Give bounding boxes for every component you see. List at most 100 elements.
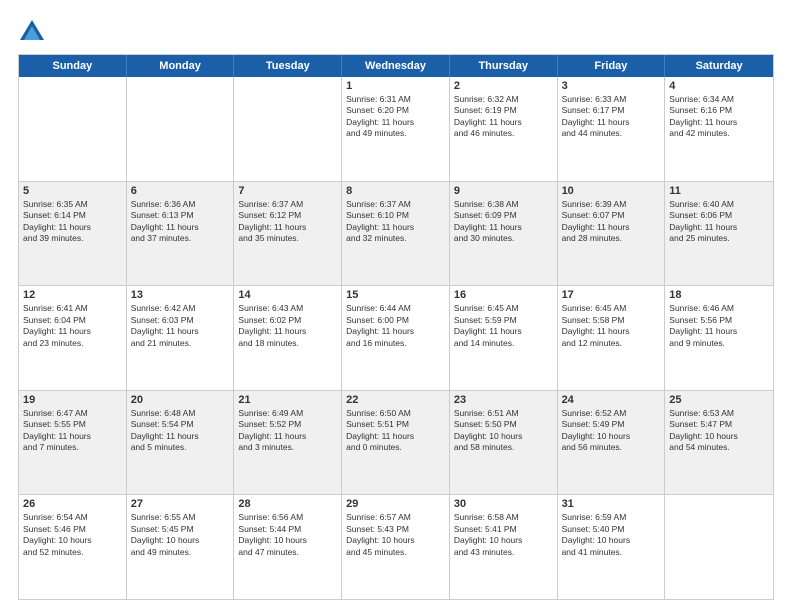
cell-line: Sunset: 5:45 PM xyxy=(131,524,230,535)
cell-line: Daylight: 11 hours xyxy=(669,326,769,337)
cell-line: Sunset: 5:59 PM xyxy=(454,315,553,326)
day-number: 21 xyxy=(238,394,337,406)
calendar-cell-11: 11Sunrise: 6:40 AMSunset: 6:06 PMDayligh… xyxy=(665,182,773,286)
cell-line: Daylight: 11 hours xyxy=(669,222,769,233)
cell-line: Daylight: 11 hours xyxy=(131,431,230,442)
cell-line: and 12 minutes. xyxy=(562,338,661,349)
cell-line: and 49 minutes. xyxy=(131,547,230,558)
cell-line: Sunrise: 6:44 AM xyxy=(346,303,445,314)
cell-line: and 3 minutes. xyxy=(238,442,337,453)
cell-line: Sunset: 5:47 PM xyxy=(669,419,769,430)
day-number: 19 xyxy=(23,394,122,406)
calendar-cell-23: 23Sunrise: 6:51 AMSunset: 5:50 PMDayligh… xyxy=(450,391,558,495)
cell-line: Daylight: 11 hours xyxy=(562,326,661,337)
cell-line: Sunset: 6:10 PM xyxy=(346,210,445,221)
header-day-tuesday: Tuesday xyxy=(234,55,342,77)
header-day-saturday: Saturday xyxy=(665,55,773,77)
cell-line: Sunset: 5:44 PM xyxy=(238,524,337,535)
cell-line: and 0 minutes. xyxy=(346,442,445,453)
day-number: 25 xyxy=(669,394,769,406)
calendar-cell-30: 30Sunrise: 6:58 AMSunset: 5:41 PMDayligh… xyxy=(450,495,558,599)
calendar-cell-22: 22Sunrise: 6:50 AMSunset: 5:51 PMDayligh… xyxy=(342,391,450,495)
day-number: 15 xyxy=(346,289,445,301)
calendar-cell-14: 14Sunrise: 6:43 AMSunset: 6:02 PMDayligh… xyxy=(234,286,342,390)
cell-line: Daylight: 11 hours xyxy=(346,117,445,128)
calendar-cell-13: 13Sunrise: 6:42 AMSunset: 6:03 PMDayligh… xyxy=(127,286,235,390)
day-number: 6 xyxy=(131,185,230,197)
cell-line: Sunset: 6:17 PM xyxy=(562,105,661,116)
calendar-cell-empty-0-0 xyxy=(19,77,127,181)
cell-line: Sunset: 6:13 PM xyxy=(131,210,230,221)
cell-line: and 49 minutes. xyxy=(346,128,445,139)
calendar-cell-4: 4Sunrise: 6:34 AMSunset: 6:16 PMDaylight… xyxy=(665,77,773,181)
cell-line: Sunset: 6:00 PM xyxy=(346,315,445,326)
day-number: 17 xyxy=(562,289,661,301)
day-number: 10 xyxy=(562,185,661,197)
day-number: 1 xyxy=(346,80,445,92)
cell-line: Daylight: 11 hours xyxy=(346,222,445,233)
cell-line: Daylight: 10 hours xyxy=(454,431,553,442)
day-number: 9 xyxy=(454,185,553,197)
cell-line: and 25 minutes. xyxy=(669,233,769,244)
cell-line: Sunrise: 6:35 AM xyxy=(23,199,122,210)
cell-line: Daylight: 11 hours xyxy=(131,222,230,233)
day-number: 11 xyxy=(669,185,769,197)
cell-line: Sunrise: 6:33 AM xyxy=(562,94,661,105)
cell-line: Daylight: 11 hours xyxy=(238,222,337,233)
cell-line: Daylight: 11 hours xyxy=(346,431,445,442)
cell-line: Sunset: 5:41 PM xyxy=(454,524,553,535)
cell-line: Sunrise: 6:58 AM xyxy=(454,512,553,523)
cell-line: Sunset: 6:12 PM xyxy=(238,210,337,221)
calendar-row-1: 1Sunrise: 6:31 AMSunset: 6:20 PMDaylight… xyxy=(19,77,773,182)
calendar-cell-7: 7Sunrise: 6:37 AMSunset: 6:12 PMDaylight… xyxy=(234,182,342,286)
calendar-cell-empty-0-2 xyxy=(234,77,342,181)
logo xyxy=(18,18,50,46)
cell-line: Sunset: 5:58 PM xyxy=(562,315,661,326)
cell-line: Sunrise: 6:52 AM xyxy=(562,408,661,419)
cell-line: Sunrise: 6:34 AM xyxy=(669,94,769,105)
day-number: 5 xyxy=(23,185,122,197)
calendar-cell-1: 1Sunrise: 6:31 AMSunset: 6:20 PMDaylight… xyxy=(342,77,450,181)
cell-line: Sunset: 6:03 PM xyxy=(131,315,230,326)
day-number: 22 xyxy=(346,394,445,406)
header-day-friday: Friday xyxy=(558,55,666,77)
cell-line: and 41 minutes. xyxy=(562,547,661,558)
cell-line: Sunset: 6:20 PM xyxy=(346,105,445,116)
cell-line: and 42 minutes. xyxy=(669,128,769,139)
cell-line: Sunrise: 6:54 AM xyxy=(23,512,122,523)
calendar-cell-19: 19Sunrise: 6:47 AMSunset: 5:55 PMDayligh… xyxy=(19,391,127,495)
cell-line: Sunrise: 6:46 AM xyxy=(669,303,769,314)
day-number: 2 xyxy=(454,80,553,92)
cell-line: Sunset: 5:50 PM xyxy=(454,419,553,430)
calendar-cell-15: 15 Sunrise: 6:44 AMSunset: 6:00 PMDayligh… xyxy=(342,286,450,390)
calendar-cell-31: 31Sunrise: 6:59 AMSunset: 5:40 PMDayligh… xyxy=(558,495,666,599)
cell-line: Sunset: 6:14 PM xyxy=(23,210,122,221)
cell-line: Sunrise: 6:48 AM xyxy=(131,408,230,419)
cell-line: Daylight: 10 hours xyxy=(562,535,661,546)
day-number: 16 xyxy=(454,289,553,301)
calendar-cell-10: 10Sunrise: 6:39 AMSunset: 6:07 PMDayligh… xyxy=(558,182,666,286)
cell-line: Sunset: 6:02 PM xyxy=(238,315,337,326)
cell-line: and 23 minutes. xyxy=(23,338,122,349)
calendar-cell-24: 24Sunrise: 6:52 AMSunset: 5:49 PMDayligh… xyxy=(558,391,666,495)
day-number: 14 xyxy=(238,289,337,301)
calendar-cell-5: 5Sunrise: 6:35 AMSunset: 6:14 PMDaylight… xyxy=(19,182,127,286)
calendar-cell-3: 3Sunrise: 6:33 AMSunset: 6:17 PMDaylight… xyxy=(558,77,666,181)
calendar-body: 1Sunrise: 6:31 AMSunset: 6:20 PMDaylight… xyxy=(19,77,773,599)
header-day-monday: Monday xyxy=(127,55,235,77)
cell-line: and 16 minutes. xyxy=(346,338,445,349)
cell-line: Daylight: 10 hours xyxy=(131,535,230,546)
cell-line: and 35 minutes. xyxy=(238,233,337,244)
calendar-cell-16: 16Sunrise: 6:45 AMSunset: 5:59 PMDayligh… xyxy=(450,286,558,390)
cell-line: Daylight: 11 hours xyxy=(346,326,445,337)
header xyxy=(18,18,774,46)
calendar-cell-20: 20Sunrise: 6:48 AMSunset: 5:54 PMDayligh… xyxy=(127,391,235,495)
cell-line: Daylight: 11 hours xyxy=(238,326,337,337)
cell-line: Sunset: 5:54 PM xyxy=(131,419,230,430)
cell-line: Daylight: 10 hours xyxy=(346,535,445,546)
cell-line: Daylight: 10 hours xyxy=(454,535,553,546)
cell-line: Sunrise: 6:42 AM xyxy=(131,303,230,314)
header-day-thursday: Thursday xyxy=(450,55,558,77)
cell-line: Sunset: 6:06 PM xyxy=(669,210,769,221)
cell-line: and 32 minutes. xyxy=(346,233,445,244)
